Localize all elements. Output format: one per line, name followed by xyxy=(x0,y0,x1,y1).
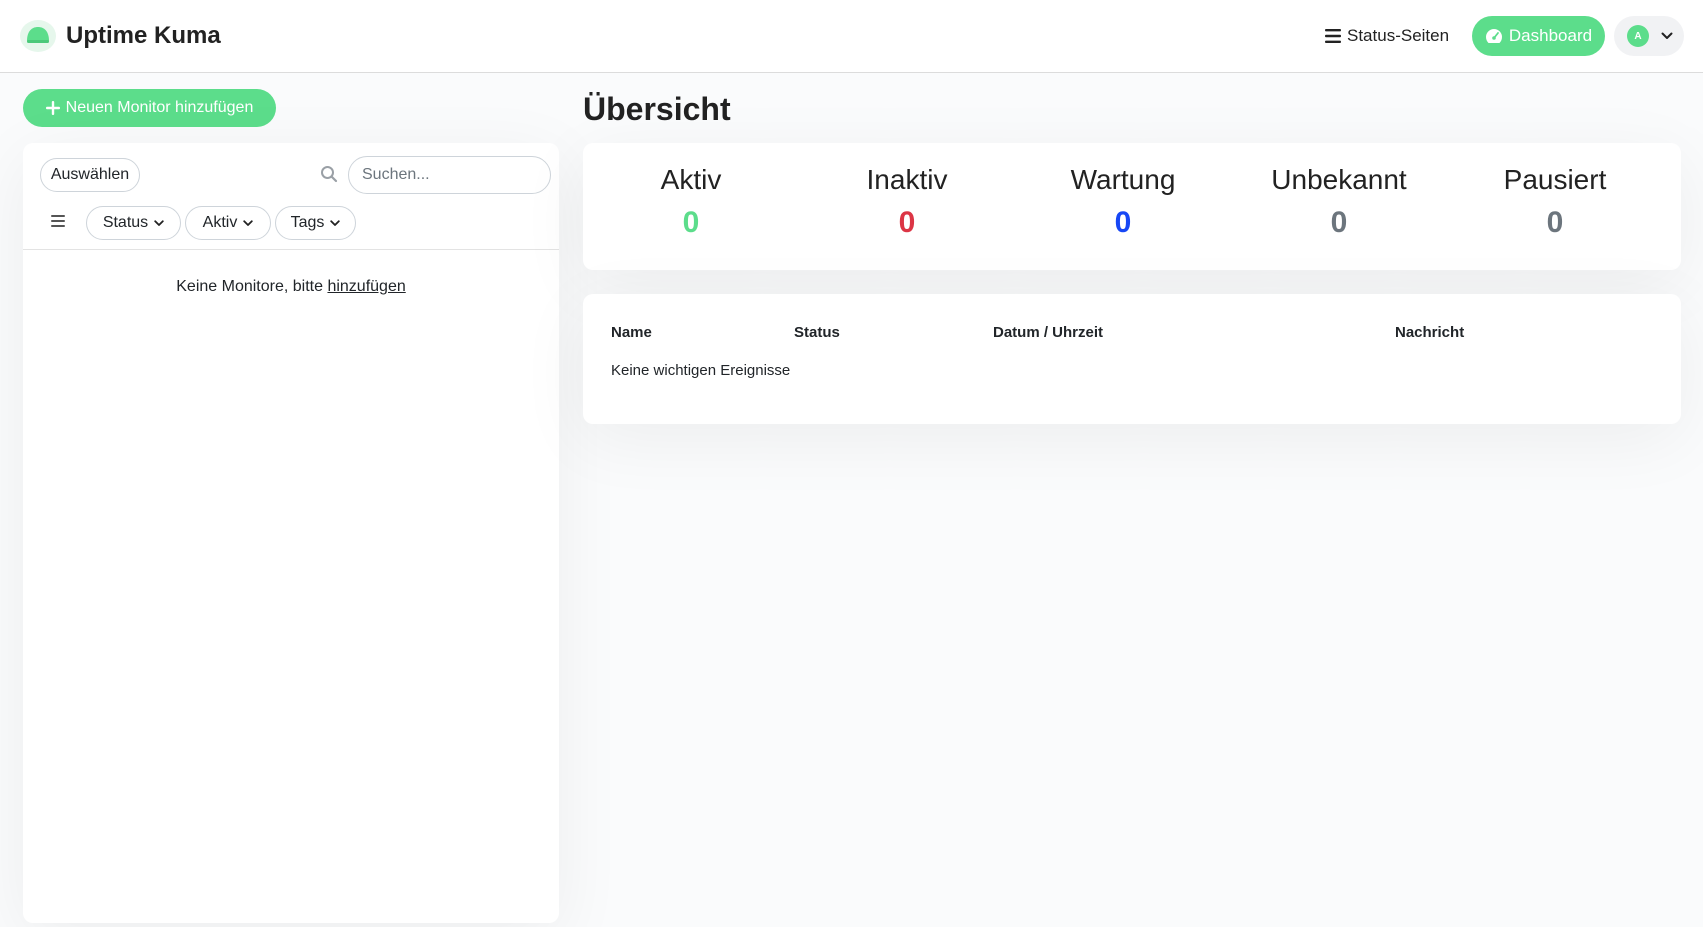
search-input[interactable] xyxy=(348,156,551,194)
column-header-message: Nachricht xyxy=(1395,324,1465,341)
column-header-status: Status xyxy=(794,324,840,341)
top-navbar: Uptime Kuma Status-Seiten Dashboard A xyxy=(0,0,1703,73)
stat-label: Unbekannt xyxy=(1271,164,1407,195)
chevron-down-icon xyxy=(330,219,341,227)
plus-icon xyxy=(45,101,60,115)
avatar: A xyxy=(1627,25,1649,47)
tags-filter-label: Tags xyxy=(290,214,325,231)
stat-maintenance: Wartung 0 xyxy=(1015,163,1231,245)
no-events-message: Keine wichtigen Ereignisse xyxy=(611,362,791,379)
chevron-down-icon xyxy=(243,219,254,227)
stat-up: Aktiv 0 xyxy=(583,163,799,245)
important-events-table: Name Status Datum / Uhrzeit Nachricht Ke… xyxy=(583,294,1681,424)
add-monitor-button[interactable]: Neuen Monitor hinzufügen xyxy=(23,89,276,127)
column-header-datetime: Datum / Uhrzeit xyxy=(993,324,1104,341)
stat-value: 0 xyxy=(1330,206,1348,239)
select-button[interactable]: Auswählen xyxy=(40,158,140,192)
stat-down: Inaktiv 0 xyxy=(799,163,1015,245)
stat-label: Pausiert xyxy=(1503,164,1607,195)
empty-monitor-message: Keine Monitore, bitte hinzufügen xyxy=(23,278,559,296)
stat-label: Wartung xyxy=(1070,164,1176,195)
status-filter-label: Status xyxy=(102,214,149,231)
dashboard-button[interactable]: Dashboard xyxy=(1472,16,1605,56)
stat-value: 0 xyxy=(682,206,700,239)
status-filter-dropdown[interactable]: Status xyxy=(86,206,181,240)
add-monitor-link[interactable]: hinzufügen xyxy=(327,278,405,295)
column-header-name: Name xyxy=(611,324,652,341)
profile-dropdown[interactable]: A xyxy=(1614,16,1684,56)
brand-title[interactable]: Uptime Kuma xyxy=(66,20,221,52)
divider xyxy=(23,249,559,250)
status-pages-label: Status-Seiten xyxy=(1347,26,1450,45)
dashboard-label: Dashboard xyxy=(1508,26,1593,45)
stat-paused: Pausiert 0 xyxy=(1447,163,1663,245)
filter-menu-icon[interactable] xyxy=(51,215,65,227)
search-icon xyxy=(320,165,338,183)
empty-monitor-text: Keine Monitore, bitte xyxy=(176,278,328,295)
active-filter-dropdown[interactable]: Aktiv xyxy=(185,206,271,240)
stat-unknown: Unbekannt 0 xyxy=(1231,163,1447,245)
status-pages-link[interactable]: Status-Seiten xyxy=(1325,22,1449,50)
monitor-list-panel: Auswählen Status Aktiv Tags Keine Monito xyxy=(23,143,559,923)
stat-value: 0 xyxy=(898,206,916,239)
stat-label: Inaktiv xyxy=(866,164,948,195)
stats-card: Aktiv 0 Inaktiv 0 Wartung 0 Unbekannt 0 … xyxy=(583,143,1681,270)
stat-label: Aktiv xyxy=(660,164,722,195)
stat-value: 0 xyxy=(1546,206,1564,239)
kuma-logo-icon[interactable] xyxy=(19,19,57,53)
stat-value: 0 xyxy=(1114,206,1132,239)
page-title: Übersicht xyxy=(583,91,731,127)
tags-filter-dropdown[interactable]: Tags xyxy=(275,206,356,240)
list-icon xyxy=(1325,29,1341,43)
chevron-down-icon xyxy=(1661,32,1673,40)
active-filter-label: Aktiv xyxy=(202,214,238,231)
add-monitor-label: Neuen Monitor hinzufügen xyxy=(65,99,254,116)
speedometer-icon xyxy=(1485,28,1503,44)
chevron-down-icon xyxy=(154,219,164,227)
